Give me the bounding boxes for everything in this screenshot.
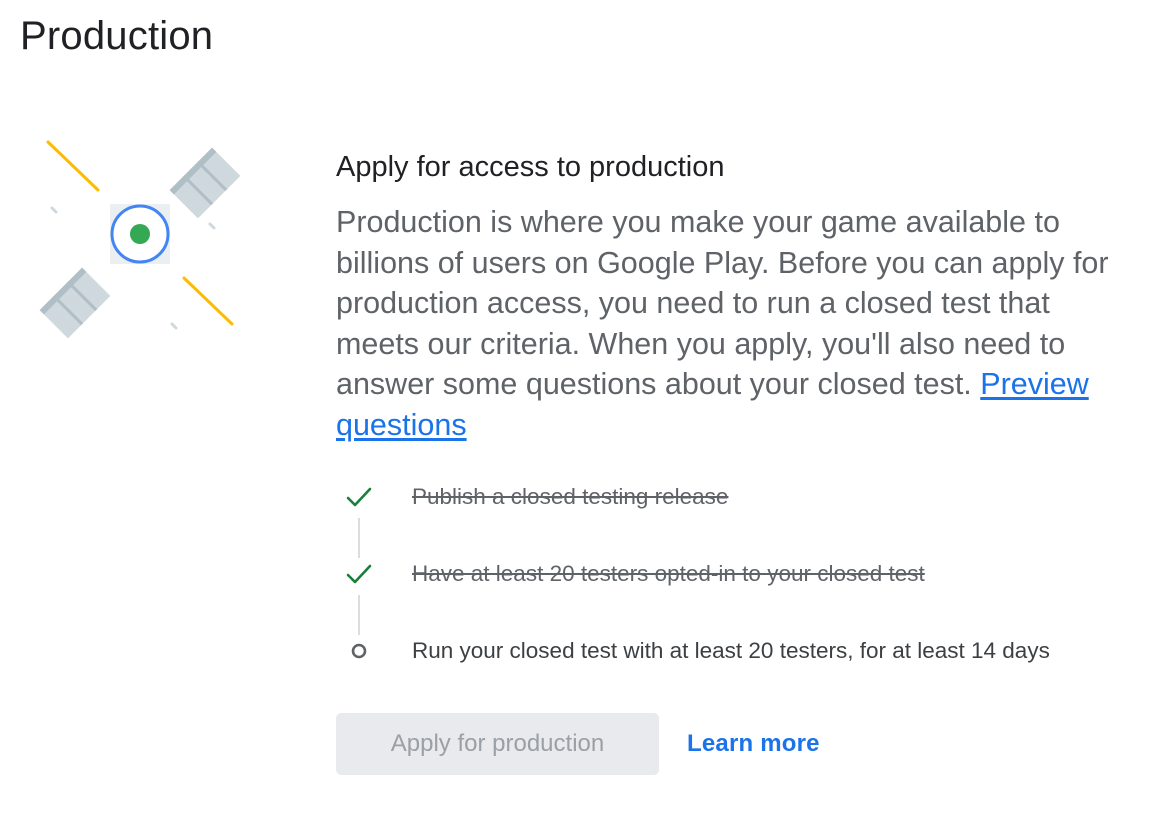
card-actions: Apply for production Learn more <box>336 712 1136 775</box>
checklist-item: Have at least 20 testers opted-in to you… <box>336 559 1136 636</box>
checklist-item-text: Publish a closed testing release <box>412 483 729 509</box>
satellite-illustration <box>30 118 260 348</box>
card-heading: Apply for access to production <box>336 151 725 183</box>
learn-more-link[interactable]: Learn more <box>687 730 820 758</box>
checklist-item-text: Have at least 20 testers opted-in to you… <box>412 560 925 586</box>
checklist-item: Publish a closed testing release <box>336 482 1136 559</box>
page-title: Production <box>20 14 214 58</box>
check-icon <box>336 559 382 589</box>
circle-outline-icon <box>336 636 382 666</box>
requirements-checklist: Publish a closed testing release Have at… <box>336 482 1136 713</box>
check-icon <box>336 482 382 512</box>
checklist-item: Run your closed test with at least 20 te… <box>336 636 1136 713</box>
satellite-icon <box>39 140 241 339</box>
apply-for-production-button[interactable]: Apply for production <box>336 712 659 775</box>
production-access-card: Apply for access to production Productio… <box>336 148 1136 775</box>
checklist-item-text: Run your closed test with at least 20 te… <box>412 637 1050 663</box>
card-description: Production is where you make your game a… <box>336 202 1136 446</box>
